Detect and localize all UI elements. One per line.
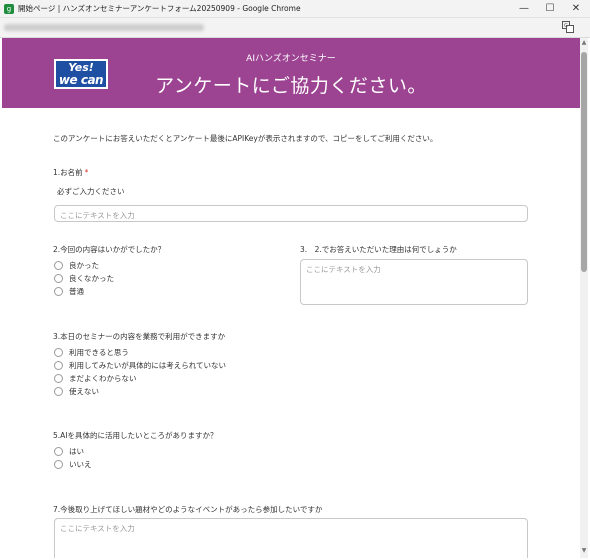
q5-option-label: いいえ	[69, 460, 92, 469]
translate-icon[interactable]: G	[560, 21, 576, 35]
q3-option-want-to-use[interactable]: 利用してみたいが具体的には考えられていない	[54, 360, 226, 371]
required-mark: *	[84, 168, 89, 177]
q1-label-text: 1.お名前	[53, 168, 83, 177]
q3-reason-label: 3. 2.でお答えいただいた理由は何でしょうか	[300, 245, 457, 254]
chrome-app-icon: g	[4, 4, 14, 14]
radio-button[interactable]	[54, 374, 63, 383]
q5-option-no[interactable]: いいえ	[54, 459, 92, 470]
q3-reason-textarea[interactable]: ここにテキストを入力	[300, 259, 528, 305]
q7-label: 7.今後取り上げてほしい題材やどのようなイベントがあったら参加したいですか	[53, 505, 323, 514]
radio-button[interactable]	[54, 460, 63, 469]
radio-button[interactable]	[54, 274, 63, 283]
q3-option-usable[interactable]: 利用できると思う	[54, 347, 129, 358]
svg-text:G: G	[564, 23, 568, 29]
hero-subtitle: AIハンズオンセミナー	[246, 54, 336, 64]
q3-option-label: 利用してみたいが具体的には考えられていない	[69, 361, 227, 370]
address-bar: G	[0, 18, 590, 38]
q1-name-input[interactable]: ここにテキストを入力	[54, 205, 528, 222]
q7-textarea[interactable]: ここにテキストを入力	[54, 518, 528, 558]
q2-option-label: 良くなかった	[69, 274, 114, 283]
q7-placeholder: ここにテキストを入力	[60, 524, 135, 533]
vertical-scrollbar[interactable]: ▲ ▼	[580, 38, 588, 558]
close-button[interactable]: ✕	[563, 0, 589, 18]
radio-button[interactable]	[54, 287, 63, 296]
hero-title: アンケートにご協力ください。	[155, 75, 427, 97]
scroll-down-arrow-icon[interactable]: ▼	[580, 548, 588, 554]
intro-text: このアンケートにお答えいただくとアンケート最後にAPIKeyが表示されますので、…	[53, 134, 438, 143]
minimize-button[interactable]: —	[511, 0, 537, 18]
hero-banner: Yes! we can AIハンズオンセミナー アンケートにご協力ください。	[2, 38, 580, 108]
q3-option-unsure[interactable]: まだよくわからない	[54, 373, 137, 384]
q5-label: 5.AIを具体的に活用したいところがありますか？	[53, 431, 218, 440]
scrollbar-thumb[interactable]	[581, 52, 587, 272]
q2-option-bad[interactable]: 良くなかった	[54, 273, 114, 284]
translate-icon-svg: G	[562, 21, 574, 33]
radio-button[interactable]	[54, 361, 63, 370]
q2-option-label: 良かった	[69, 261, 99, 270]
q2-option-neutral[interactable]: 普通	[54, 286, 84, 297]
q5-option-label: はい	[69, 447, 84, 456]
q5-option-yes[interactable]: はい	[54, 446, 84, 457]
window-title: 開始ページ | ハンズオンセミナーアンケートフォーム20250909 - Goo…	[18, 4, 301, 13]
url-field-blurred[interactable]	[4, 24, 204, 31]
radio-button[interactable]	[54, 348, 63, 357]
page-viewport: Yes! we can AIハンズオンセミナー アンケートにご協力ください。 こ…	[2, 38, 580, 558]
q3-option-label: まだよくわからない	[69, 374, 137, 383]
q3-option-not-usable[interactable]: 使えない	[54, 386, 99, 397]
radio-button[interactable]	[54, 261, 63, 270]
q1-placeholder: ここにテキストを入力	[60, 211, 135, 220]
window-titlebar: g 開始ページ | ハンズオンセミナーアンケートフォーム20250909 - G…	[0, 0, 590, 18]
q3-option-label: 使えない	[69, 387, 99, 396]
radio-button[interactable]	[54, 387, 63, 396]
q1-label: 1.お名前 *	[53, 167, 88, 178]
radio-button[interactable]	[54, 447, 63, 456]
q3-option-label: 利用できると思う	[69, 348, 129, 357]
q2-option-label: 普通	[69, 287, 84, 296]
scroll-up-arrow-icon[interactable]: ▲	[580, 40, 588, 46]
q3-reason-placeholder: ここにテキストを入力	[306, 265, 381, 274]
q2-option-good[interactable]: 良かった	[54, 260, 99, 271]
maximize-button[interactable]: ☐	[537, 0, 563, 18]
q3-label: 3.本日のセミナーの内容を業務で利用ができますか	[53, 332, 226, 341]
q2-label: 2.今回の内容はいかがでしたか？	[53, 245, 166, 254]
q1-note: 必ずご入力ください	[57, 187, 125, 196]
